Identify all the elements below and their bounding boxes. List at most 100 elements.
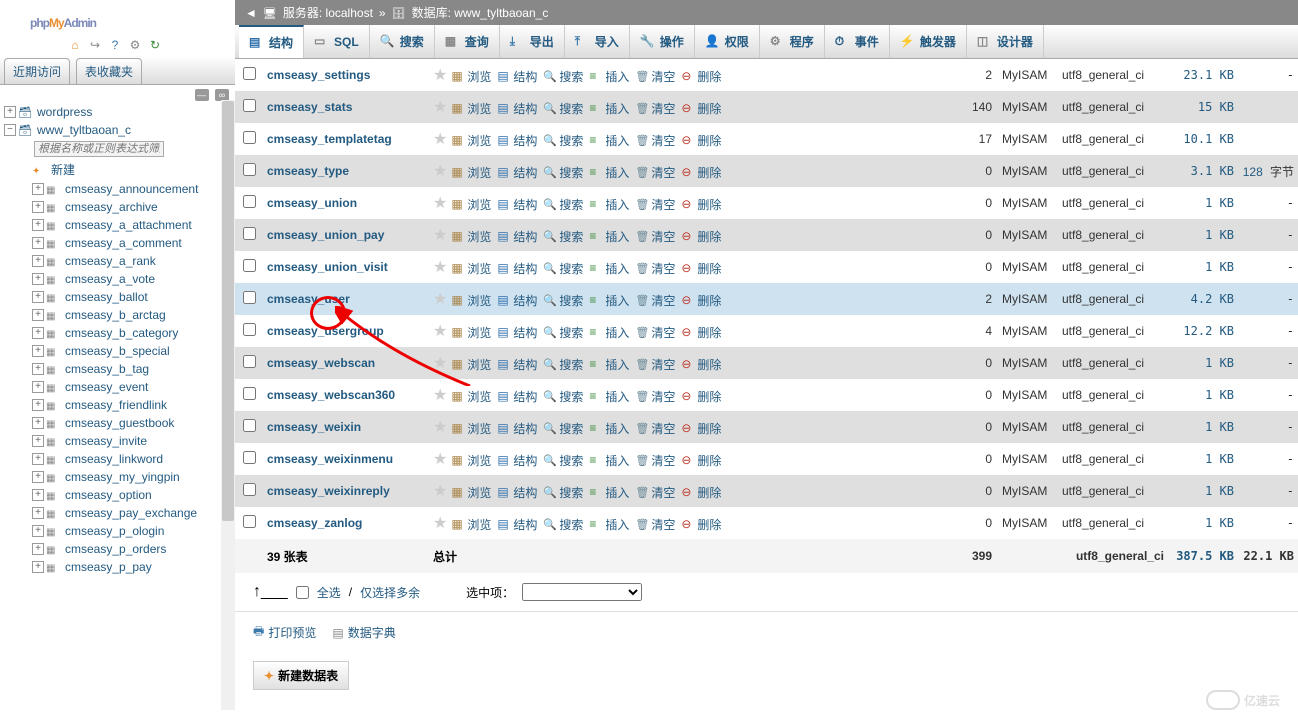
action-browse[interactable]: 浏览 <box>451 132 491 149</box>
action-browse[interactable]: 浏览 <box>451 100 491 117</box>
action-struct[interactable]: 结构 <box>497 356 537 373</box>
action-browse[interactable]: 浏览 <box>451 292 491 309</box>
action-empty[interactable]: 清空 <box>635 68 675 85</box>
expand-icon[interactable]: + <box>32 399 44 411</box>
action-empty[interactable]: 清空 <box>635 420 675 437</box>
table-name-link[interactable]: cmseasy_stats <box>267 100 352 114</box>
action-search[interactable]: 搜索 <box>543 132 583 149</box>
action-insert[interactable]: 插入 <box>589 132 629 149</box>
action-empty[interactable]: 清空 <box>635 292 675 309</box>
action-drop[interactable]: 删除 <box>681 516 721 533</box>
sidebar-db-www_tyltbaoan_c[interactable]: −www_tyltbaoan_c <box>0 121 235 139</box>
expand-icon[interactable]: + <box>4 106 16 118</box>
expand-icon[interactable]: + <box>32 435 44 447</box>
action-search[interactable]: 搜索 <box>543 484 583 501</box>
expand-icon[interactable]: + <box>32 561 44 573</box>
action-empty[interactable]: 清空 <box>635 324 675 341</box>
action-struct[interactable]: 结构 <box>497 260 537 277</box>
tab-query[interactable]: 查询 <box>435 25 500 58</box>
table-name-link[interactable]: cmseasy_settings <box>267 68 370 82</box>
expand-icon[interactable]: + <box>32 381 44 393</box>
favorite-star-icon[interactable]: ★ <box>433 387 447 404</box>
row-checkbox[interactable] <box>243 419 256 432</box>
row-checkbox[interactable] <box>243 195 256 208</box>
expand-icon[interactable]: + <box>32 489 44 501</box>
row-checkbox[interactable] <box>243 483 256 496</box>
favorite-star-icon[interactable]: ★ <box>433 163 447 180</box>
expand-icon[interactable]: + <box>32 237 44 249</box>
action-struct[interactable]: 结构 <box>497 228 537 245</box>
row-checkbox[interactable] <box>243 67 256 80</box>
expand-icon[interactable]: + <box>32 543 44 555</box>
expand-icon[interactable]: + <box>32 327 44 339</box>
action-search[interactable]: 搜索 <box>543 292 583 309</box>
favorite-star-icon[interactable]: ★ <box>433 483 447 500</box>
sidebar-table-cmseasy_guestbook[interactable]: +cmseasy_guestbook <box>0 414 235 432</box>
favorite-star-icon[interactable]: ★ <box>433 515 447 532</box>
favorite-star-icon[interactable]: ★ <box>433 323 447 340</box>
tab-import[interactable]: 导入 <box>565 25 630 58</box>
row-checkbox[interactable] <box>243 259 256 272</box>
sidebar-new-table[interactable]: 新建 <box>0 159 235 180</box>
action-insert[interactable]: 插入 <box>589 260 629 277</box>
table-name-link[interactable]: cmseasy_weixin <box>267 420 361 434</box>
action-search[interactable]: 搜索 <box>543 388 583 405</box>
row-checkbox[interactable] <box>243 355 256 368</box>
favorite-star-icon[interactable]: ★ <box>433 259 447 276</box>
action-struct[interactable]: 结构 <box>497 324 537 341</box>
docs-icon[interactable] <box>108 38 122 52</box>
action-browse[interactable]: 浏览 <box>451 228 491 245</box>
with-selected-select[interactable] <box>522 583 642 601</box>
row-checkbox[interactable] <box>243 387 256 400</box>
action-browse[interactable]: 浏览 <box>451 388 491 405</box>
expand-icon[interactable]: + <box>32 309 44 321</box>
action-empty[interactable]: 清空 <box>635 484 675 501</box>
row-checkbox[interactable] <box>243 323 256 336</box>
tab-designer[interactable]: 设计器 <box>967 25 1044 58</box>
action-search[interactable]: 搜索 <box>543 68 583 85</box>
action-drop[interactable]: 删除 <box>681 260 721 277</box>
tab-trigger[interactable]: 触发器 <box>890 25 967 58</box>
expand-icon[interactable]: + <box>32 183 44 195</box>
data-dictionary-link[interactable]: 数据字典 <box>332 622 395 643</box>
favorite-star-icon[interactable]: ★ <box>433 227 447 244</box>
table-name-link[interactable]: cmseasy_union_pay <box>267 228 384 242</box>
action-drop[interactable]: 删除 <box>681 324 721 341</box>
tab-op[interactable]: 操作 <box>630 25 695 58</box>
create-table-title[interactable]: 新建数据表 <box>254 662 348 689</box>
tab-priv[interactable]: 权限 <box>695 25 760 58</box>
table-name-link[interactable]: cmseasy_type <box>267 164 349 178</box>
tab-event[interactable]: 事件 <box>825 25 890 58</box>
action-struct[interactable]: 结构 <box>497 388 537 405</box>
action-drop[interactable]: 删除 <box>681 196 721 213</box>
favorite-star-icon[interactable]: ★ <box>433 355 447 372</box>
action-search[interactable]: 搜索 <box>543 420 583 437</box>
table-name-link[interactable]: cmseasy_weixinmenu <box>267 452 393 466</box>
sidebar-scrollbar[interactable] <box>221 100 235 710</box>
action-browse[interactable]: 浏览 <box>451 164 491 181</box>
row-checkbox[interactable] <box>243 131 256 144</box>
action-empty[interactable]: 清空 <box>635 260 675 277</box>
action-drop[interactable]: 删除 <box>681 164 721 181</box>
action-browse[interactable]: 浏览 <box>451 516 491 533</box>
sidebar-table-cmseasy_my_yingpin[interactable]: +cmseasy_my_yingpin <box>0 468 235 486</box>
action-search[interactable]: 搜索 <box>543 356 583 373</box>
action-empty[interactable]: 清空 <box>635 516 675 533</box>
action-struct[interactable]: 结构 <box>497 196 537 213</box>
sidebar-table-cmseasy_a_comment[interactable]: +cmseasy_a_comment <box>0 234 235 252</box>
sidebar-table-cmseasy_b_arctag[interactable]: +cmseasy_b_arctag <box>0 306 235 324</box>
breadcrumb-arrow-icon[interactable]: ◄ <box>245 6 257 20</box>
action-search[interactable]: 搜索 <box>543 516 583 533</box>
action-empty[interactable]: 清空 <box>635 132 675 149</box>
tab-search[interactable]: 搜索 <box>370 25 435 58</box>
expand-icon[interactable]: + <box>32 453 44 465</box>
action-search[interactable]: 搜索 <box>543 260 583 277</box>
favorite-star-icon[interactable]: ★ <box>433 419 447 436</box>
settings-icon[interactable] <box>128 38 142 52</box>
action-browse[interactable]: 浏览 <box>451 260 491 277</box>
row-checkbox[interactable] <box>243 99 256 112</box>
action-empty[interactable]: 清空 <box>635 356 675 373</box>
favorite-star-icon[interactable]: ★ <box>433 99 447 116</box>
sidebar-table-cmseasy_b_special[interactable]: +cmseasy_b_special <box>0 342 235 360</box>
sidebar-table-cmseasy_option[interactable]: +cmseasy_option <box>0 486 235 504</box>
